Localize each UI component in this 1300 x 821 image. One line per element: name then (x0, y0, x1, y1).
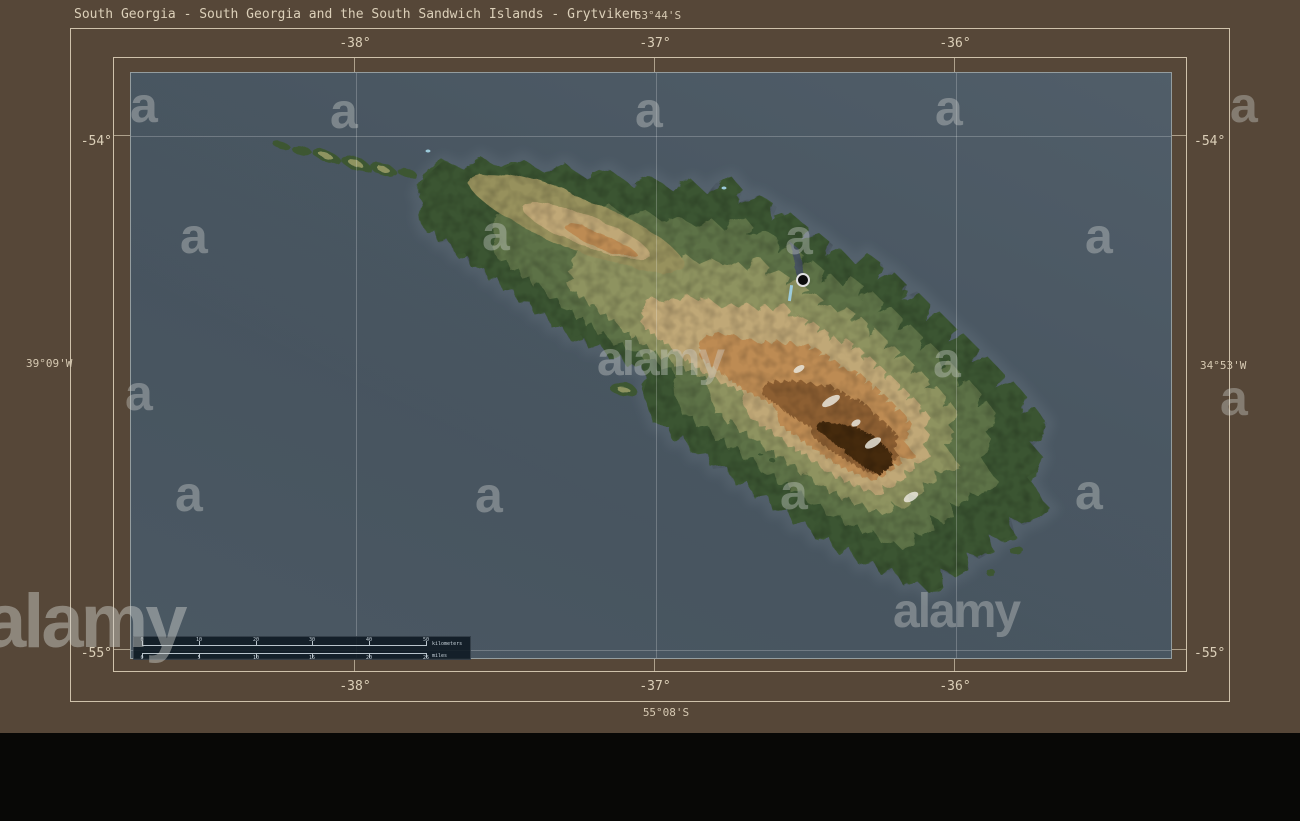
grytviken-marker (796, 273, 810, 287)
scale-km-label: 10 (195, 637, 203, 643)
watermark-letter: a (1230, 77, 1258, 133)
map-artwork: South Georgia - South Georgia and the So… (0, 0, 1300, 733)
lat-label-left-55: -55° (80, 646, 112, 661)
graticule-connector (354, 58, 355, 72)
lon-label-bottom-36: -36° (939, 679, 971, 694)
lat-label-right-55: -55° (1194, 646, 1226, 661)
lon-label-bottom-37: -37° (639, 679, 671, 694)
scale-km-label: 20 (252, 637, 260, 643)
graticule-connector (654, 58, 655, 72)
graticule-connector (354, 658, 355, 672)
scale-mile-label: 10 (252, 655, 260, 661)
scale-km-label: 0 (140, 637, 144, 643)
graticule-connector (654, 658, 655, 672)
scale-bar: 0 10 20 30 40 50 kilometers 0 5 10 15 20 (133, 636, 471, 661)
footer-bar: alamy Image ID: 2WAHYP8 www.alamy.com (0, 733, 1300, 821)
stock-map-image: South Georgia - South Georgia and the So… (0, 0, 1300, 821)
relief-map (131, 73, 1171, 658)
graticule-connector (1171, 649, 1187, 650)
map-title: South Georgia - South Georgia and the So… (74, 7, 638, 22)
graticule-connector (114, 135, 130, 136)
bottom-corner-coordinate: 55°08'S (642, 706, 690, 719)
graticule-meridian-37 (656, 73, 657, 658)
graticule-connector (1171, 135, 1187, 136)
scale-km-label: 30 (308, 637, 316, 643)
east-corner-coordinate: 34°53'W (1200, 359, 1247, 372)
lat-label-left-54: -54° (80, 134, 112, 149)
west-corner-coordinate: 39°09'W (26, 357, 73, 370)
graticule-meridian-36 (956, 73, 957, 658)
scale-km-unit: kilometers (432, 641, 463, 647)
scale-bar-mile-line (142, 653, 426, 654)
lon-label-top-36: -36° (939, 36, 971, 51)
map-area: 0 10 20 30 40 50 kilometers 0 5 10 15 20 (130, 72, 1172, 661)
lon-label-bottom-38: -38° (339, 679, 371, 694)
scale-bar-km-line (142, 645, 426, 646)
top-corner-coordinate: 53°44'S (634, 9, 682, 22)
graticule-connector (954, 658, 955, 672)
lon-label-top-37: -37° (639, 36, 671, 51)
lon-label-top-38: -38° (339, 36, 371, 51)
graticule-connector (114, 649, 130, 650)
graticule-connector (954, 58, 955, 72)
scale-mile-label: 0 (140, 655, 144, 661)
scale-mile-unit: miles (432, 653, 448, 659)
scale-mile-label: 20 (365, 655, 373, 661)
lat-label-right-54: -54° (1194, 134, 1226, 149)
graticule-parallel-54 (131, 136, 1171, 137)
scale-mile-label: 5 (197, 655, 201, 661)
scale-mile-label: 15 (308, 655, 316, 661)
graticule-meridian-38 (356, 73, 357, 658)
scale-km-label: 40 (365, 637, 373, 643)
